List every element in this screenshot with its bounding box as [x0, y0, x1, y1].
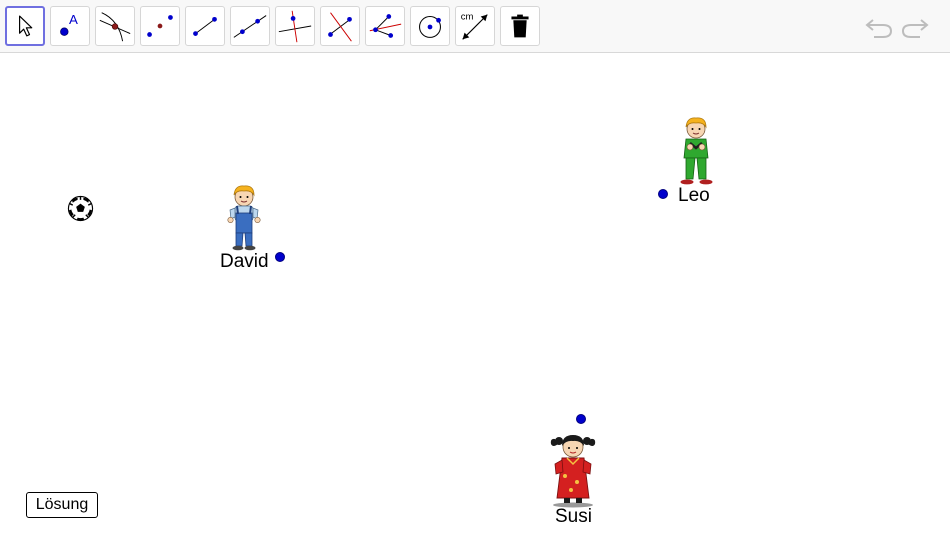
- angle-bisector-tool-button[interactable]: [365, 6, 405, 46]
- perpendicular-tool-button[interactable]: [275, 6, 315, 46]
- segment-icon: [193, 16, 217, 36]
- toolbar: A cm: [0, 0, 950, 53]
- distance-tool-label: cm: [461, 11, 474, 22]
- undo-icon: [865, 19, 893, 38]
- point-tool-label: A: [69, 12, 78, 27]
- susi-figure: [547, 432, 599, 508]
- move-tool-button[interactable]: [5, 6, 45, 46]
- undo-button[interactable]: [864, 14, 894, 40]
- graphics-view[interactable]: [0, 54, 950, 550]
- redo-icon: [901, 19, 929, 38]
- segment-tool-button[interactable]: [185, 6, 225, 46]
- point-leo[interactable]: [658, 189, 668, 199]
- midpoint-tool-button[interactable]: [140, 6, 180, 46]
- label-susi: Susi: [555, 506, 592, 527]
- distance-icon: cm: [461, 11, 488, 40]
- trash-icon: [511, 14, 529, 38]
- distance-tool-button[interactable]: cm: [455, 6, 495, 46]
- redo-button[interactable]: [900, 14, 930, 40]
- intersect-tool-button[interactable]: [95, 6, 135, 46]
- point-with-label-icon: A: [60, 12, 78, 36]
- point-susi[interactable]: [576, 414, 586, 424]
- david-figure: [221, 183, 267, 251]
- circle-center-point-icon: [419, 15, 441, 38]
- leo-figure: [673, 116, 719, 186]
- line-tool-button[interactable]: [230, 6, 270, 46]
- label-david: David: [220, 251, 269, 272]
- perpendicular-bisector-icon: [328, 12, 352, 42]
- label-leo: Leo: [678, 185, 710, 206]
- delete-tool-button[interactable]: [500, 6, 540, 46]
- soccer-ball-icon[interactable]: [67, 195, 94, 222]
- angle-bisector-icon: [369, 14, 402, 38]
- arrow-pointer-icon: [19, 15, 33, 37]
- point-david[interactable]: [275, 252, 285, 262]
- intersect-icon: [99, 12, 131, 42]
- line-icon: [233, 15, 267, 38]
- point-tool-button[interactable]: A: [50, 6, 90, 46]
- circle-tool-button[interactable]: [410, 6, 450, 46]
- perpendicular-bisector-tool-button[interactable]: [320, 6, 360, 46]
- solution-button[interactable]: Lösung: [26, 492, 98, 518]
- midpoint-icon: [147, 15, 173, 37]
- perpendicular-line-icon: [278, 10, 312, 43]
